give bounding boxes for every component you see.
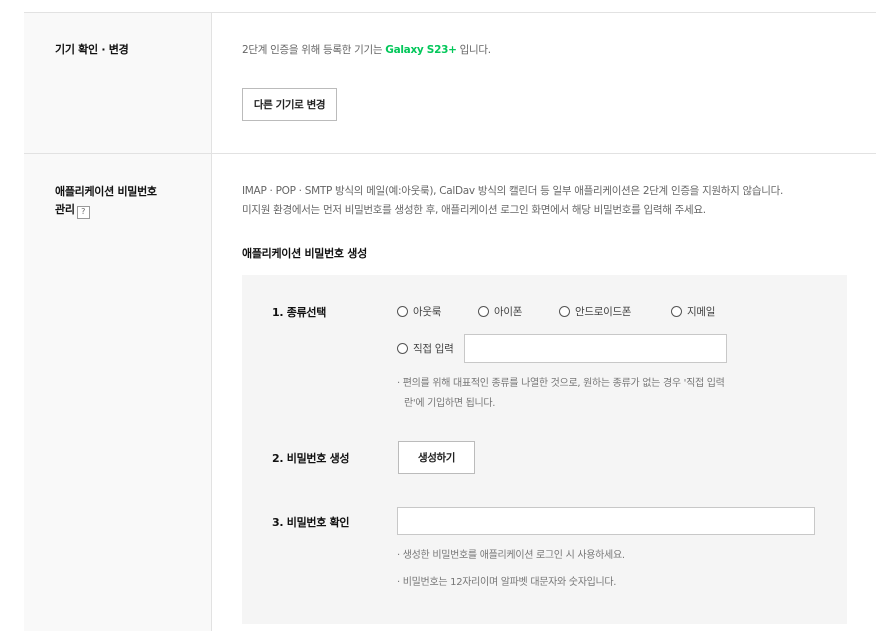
generate-button[interactable]: 생성하기 bbox=[398, 441, 475, 474]
step3-label: 3. 비밀번호 확인 bbox=[272, 516, 350, 529]
radio-custom-label: 직접 입력 bbox=[413, 343, 454, 355]
app-password-section-label: 애플리케이션 비밀번호 관리? bbox=[55, 183, 157, 219]
help-icon[interactable]: ? bbox=[76, 206, 90, 219]
radio-circle bbox=[671, 306, 682, 317]
app-password-desc-line2: 미지원 환경에서는 먼저 비밀번호를 생성한 후, 애플리케이션 로그인 화면에… bbox=[242, 204, 706, 216]
radio-circle bbox=[478, 306, 489, 317]
radio-gmail[interactable]: 지메일 bbox=[671, 304, 715, 319]
radio-android[interactable]: 안드로이드폰 bbox=[559, 304, 631, 319]
step1-note-line2: 란'에 기입하면 됩니다. bbox=[404, 398, 496, 409]
app-password-label-cell bbox=[24, 154, 211, 631]
app-password-label-text: 관리 bbox=[55, 203, 75, 216]
app-password-description: IMAP · POP · SMTP 방식의 메일(예:아웃룩), CalDav … bbox=[242, 182, 783, 220]
step1-label: 1. 종류선택 bbox=[272, 306, 327, 319]
device-name: Galaxy S23+ bbox=[385, 44, 457, 56]
password-confirm-input[interactable] bbox=[397, 507, 815, 535]
step3-note1: · 생성한 비밀번호를 애플리케이션 로그인 시 사용하세요. bbox=[397, 550, 625, 561]
radio-android-label: 안드로이드폰 bbox=[575, 306, 632, 318]
device-description: 2단계 인증을 위해 등록한 기기는 Galaxy S23+ 입니다. bbox=[242, 41, 491, 60]
radio-gmail-label: 지메일 bbox=[687, 306, 716, 318]
device-desc-suffix: 입니다. bbox=[456, 44, 491, 56]
radio-circle bbox=[397, 306, 408, 317]
app-password-desc-line1: IMAP · POP · SMTP 방식의 메일(예:아웃룩), CalDav … bbox=[242, 185, 784, 197]
radio-iphone[interactable]: 아이폰 bbox=[478, 304, 522, 319]
step3-note2: · 비밀번호는 12자리이며 알파벳 대문자와 숫자입니다. bbox=[397, 577, 617, 588]
radio-custom[interactable]: 직접 입력 bbox=[397, 341, 454, 356]
device-desc-prefix: 2단계 인증을 위해 등록한 기기는 bbox=[242, 44, 386, 56]
app-password-label-line2: 관리? bbox=[55, 201, 157, 219]
column-divider bbox=[211, 13, 212, 631]
change-device-button[interactable]: 다른 기기로 변경 bbox=[242, 88, 337, 121]
radio-circle bbox=[559, 306, 570, 317]
device-section-label: 기기 확인 · 변경 bbox=[55, 43, 129, 56]
step1-note-line1: · 편의를 위해 대표적인 종류를 나열한 것으로, 원하는 종류가 없는 경우… bbox=[397, 378, 725, 389]
custom-type-input[interactable] bbox=[464, 334, 727, 363]
radio-outlook[interactable]: 아웃룩 bbox=[397, 304, 441, 319]
app-password-label-line1: 애플리케이션 비밀번호 bbox=[55, 185, 157, 198]
generate-subheading: 애플리케이션 비밀번호 생성 bbox=[242, 247, 367, 260]
radio-circle bbox=[397, 343, 408, 354]
radio-outlook-label: 아웃룩 bbox=[413, 306, 442, 318]
device-label-cell bbox=[24, 13, 211, 153]
step1-note: · 편의를 위해 대표적인 종류를 나열한 것으로, 원하는 종류가 없는 경우… bbox=[397, 374, 725, 414]
row-divider bbox=[24, 153, 876, 154]
step2-label: 2. 비밀번호 생성 bbox=[272, 452, 350, 465]
radio-iphone-label: 아이폰 bbox=[494, 306, 523, 318]
